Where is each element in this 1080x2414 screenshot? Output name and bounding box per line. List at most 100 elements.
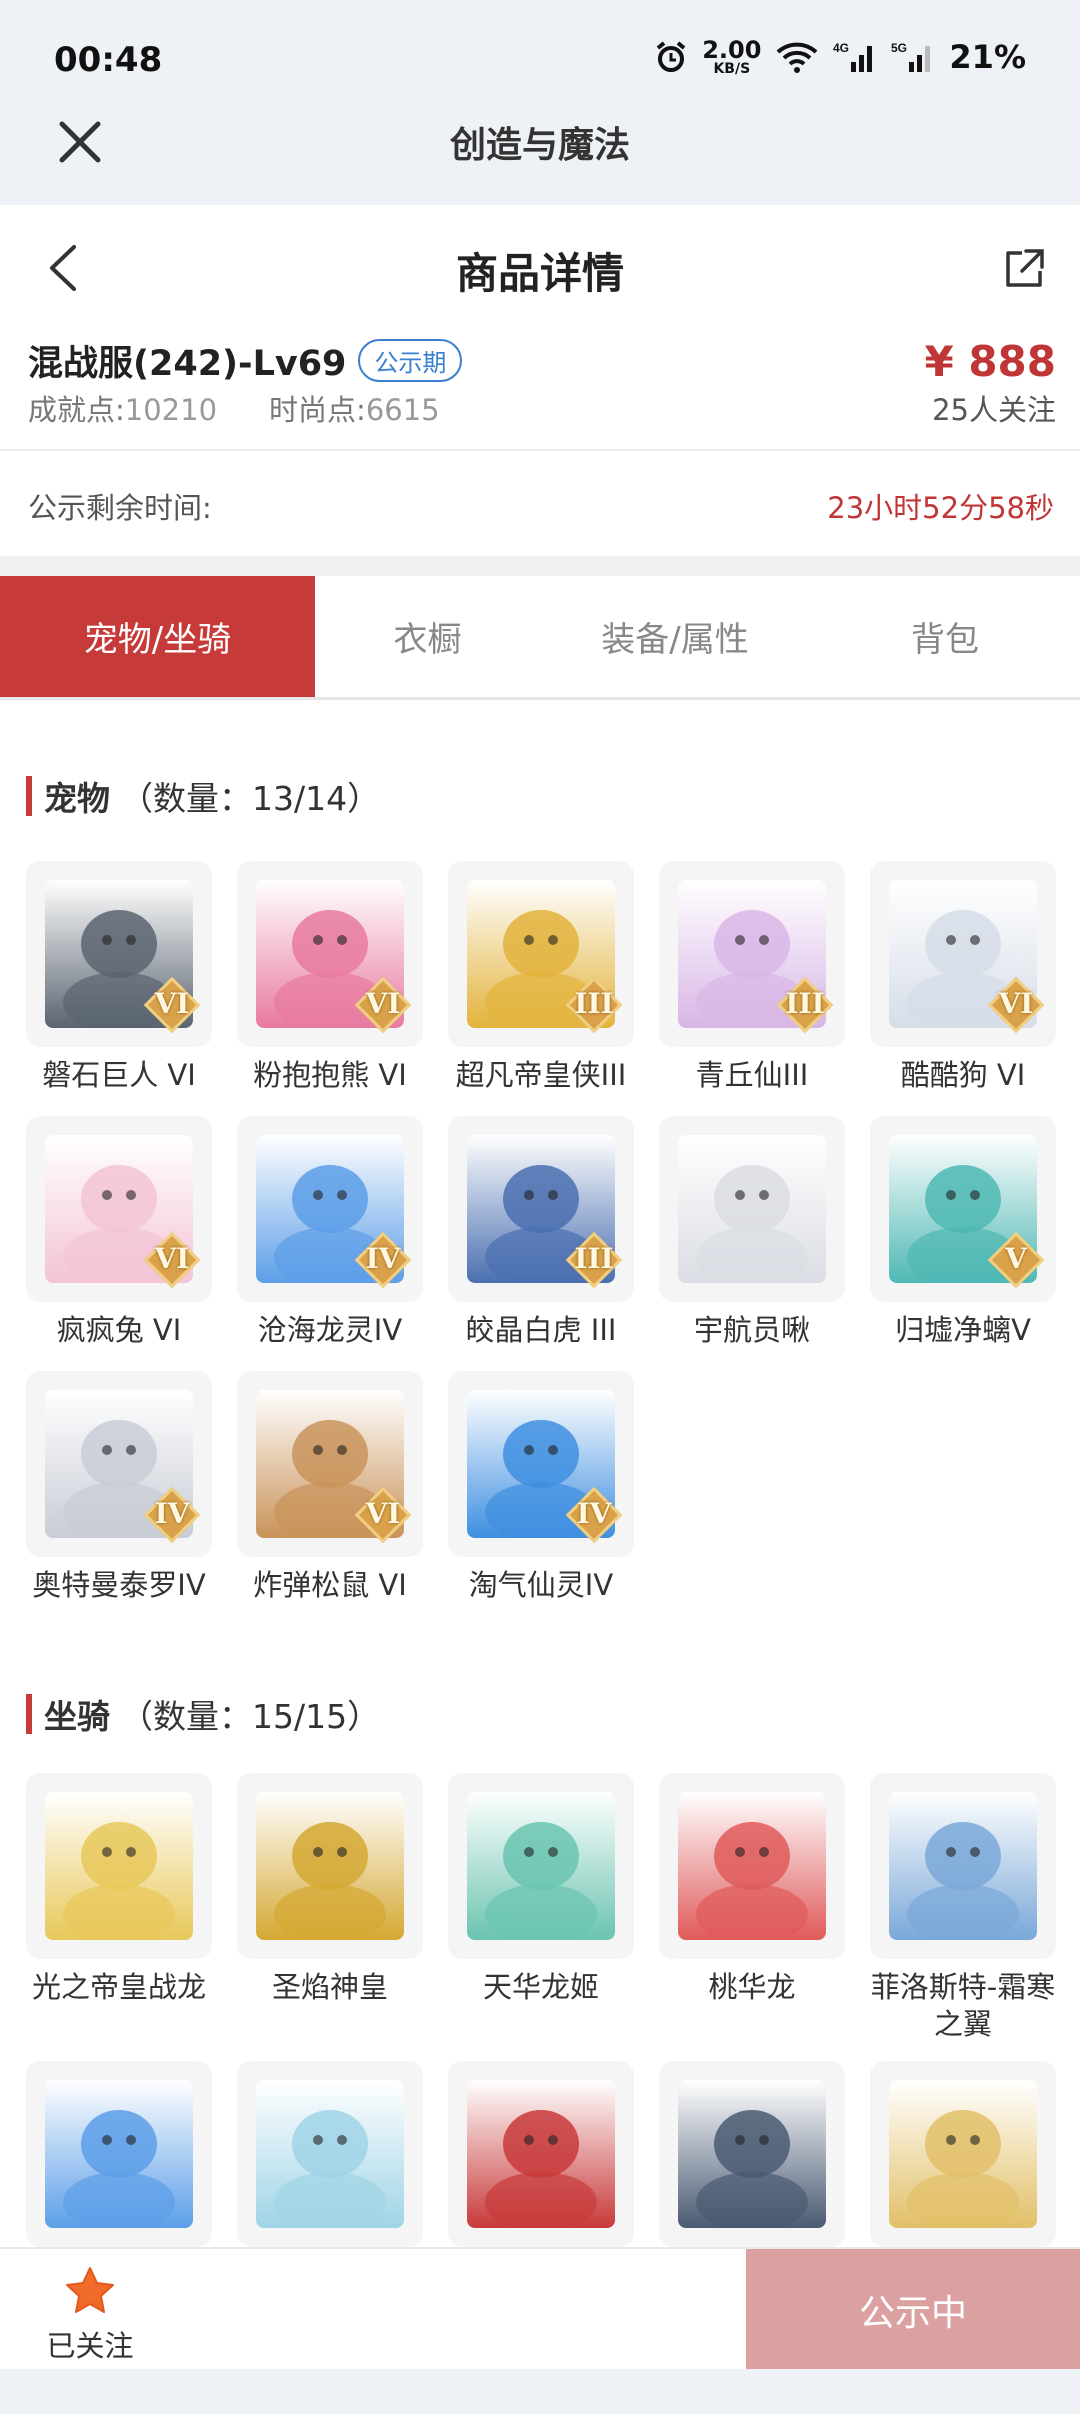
battery-percent: 21% xyxy=(949,38,1026,76)
item-thumbnail xyxy=(889,2080,1037,2228)
item-cell[interactable]: III 皎晶白虎 III xyxy=(448,1116,634,1349)
nav-bar: 商品详情 xyxy=(0,205,1080,330)
item-tile: VI xyxy=(237,861,423,1047)
app-title: 创造与魔法 xyxy=(449,125,630,166)
item-name: 天华龙姬 xyxy=(482,1970,599,2004)
item-cell[interactable] xyxy=(870,2061,1056,2247)
public-status-button[interactable]: 公示中 xyxy=(746,2249,1080,2371)
item-cell[interactable]: VI 酷酷狗 VI xyxy=(870,861,1056,1094)
item-name: 酷酷狗 VI xyxy=(900,1058,1026,1092)
item-name: 疯疯兔 VI xyxy=(56,1313,182,1347)
tier-label: IV xyxy=(365,1242,401,1275)
item-cell[interactable]: VI 疯疯兔 VI xyxy=(26,1116,212,1349)
item-cell[interactable]: IV 奥特曼泰罗IV xyxy=(26,1371,212,1604)
item-cell[interactable]: 圣焰神皇 xyxy=(237,1773,423,2043)
countdown-label: 公示剩余时间: xyxy=(28,491,212,525)
item-tile: IV xyxy=(26,1371,212,1557)
item-tile xyxy=(659,2061,845,2247)
signal-5g-icon: 5G xyxy=(891,41,931,72)
item-name: 圣焰神皇 xyxy=(271,1970,388,2004)
item-cell[interactable]: IV 淘气仙灵IV xyxy=(448,1371,634,1604)
star-icon xyxy=(66,2267,114,2313)
item-cell[interactable]: 天华龙姬 xyxy=(448,1773,634,2043)
item-cell[interactable] xyxy=(237,2061,423,2247)
item-tile xyxy=(237,2061,423,2247)
item-cell[interactable]: 菲洛斯特-霜寒之翼 xyxy=(870,1773,1056,2043)
price: ¥ 888 xyxy=(924,337,1056,386)
item-tile xyxy=(26,1773,212,1959)
tier-label: VI xyxy=(365,1497,401,1530)
tab-wardrobe[interactable]: 衣橱 xyxy=(315,576,540,697)
item-thumbnail xyxy=(678,2080,826,2228)
tier-label: VI xyxy=(998,987,1034,1020)
tab-equipment[interactable]: 装备/属性 xyxy=(540,576,810,697)
item-cell[interactable]: III 青丘仙III xyxy=(659,861,845,1094)
status-icons: 2.00 KB/S 4G 5G 21% xyxy=(654,38,1026,76)
item-name: 淘气仙灵IV xyxy=(468,1568,614,1602)
tier-label: III xyxy=(574,1242,614,1275)
tier-label: IV xyxy=(576,1497,612,1530)
item-cell[interactable]: 光之帝皇战龙 xyxy=(26,1773,212,2043)
status-badge: 公示期 xyxy=(358,339,463,382)
pets-section-title: 宠物 （数量：13/14） xyxy=(26,772,380,820)
item-name: 宇航员啾 xyxy=(693,1313,810,1347)
item-cell[interactable]: 桃华龙 xyxy=(659,1773,845,2043)
tier-label: VI xyxy=(154,1242,190,1275)
tier-label: IV xyxy=(154,1497,190,1530)
server-info: 混战服(242)-Lv69 公示期 xyxy=(28,335,463,386)
product-detail-page: 商品详情 混战服(242)-Lv69 公示期 成就点:10210 时尚点:661… xyxy=(0,205,1080,2247)
item-cell[interactable] xyxy=(659,2061,845,2247)
item-name: 奥特曼泰罗IV xyxy=(32,1568,206,1602)
item-name: 桃华龙 xyxy=(708,1970,796,2004)
gesture-bar xyxy=(0,2369,1080,2414)
item-name: 磐石巨人 VI xyxy=(42,1058,196,1092)
follow-button[interactable]: 已关注 xyxy=(30,2265,150,2365)
clock: 00:48 xyxy=(54,40,163,80)
item-name: 沧海龙灵IV xyxy=(257,1313,403,1347)
item-thumbnail xyxy=(889,1792,1037,1940)
item-cell[interactable]: VI 炸弹松鼠 VI xyxy=(237,1371,423,1604)
item-tile: IV xyxy=(448,1371,634,1557)
tier-badge: VI xyxy=(143,976,201,1034)
section-gap xyxy=(0,556,1080,576)
app-bar: 创造与魔法 xyxy=(0,110,1080,205)
item-thumbnail xyxy=(256,1792,404,1940)
share-icon[interactable] xyxy=(1002,247,1046,291)
item-cell[interactable]: III 超凡帝皇侠III xyxy=(448,861,634,1094)
fashion-points: 时尚点:6615 xyxy=(269,393,440,427)
net-speed: 2.00 KB/S xyxy=(702,36,762,77)
product-info: 混战服(242)-Lv69 公示期 成就点:10210 时尚点:6615 ¥ 8… xyxy=(0,325,1080,455)
tab-pets-mounts[interactable]: 宠物/坐骑 xyxy=(0,576,315,697)
countdown-value: 23小时52分58秒 xyxy=(827,491,1054,525)
bottom-bar: 已关注 公示中 xyxy=(0,2247,1080,2371)
tab-backpack[interactable]: 背包 xyxy=(810,576,1080,697)
item-cell[interactable] xyxy=(26,2061,212,2247)
item-tile: III xyxy=(448,1116,634,1302)
signal-4g-icon: 4G xyxy=(833,41,873,72)
tab-bar: 宠物/坐骑 衣橱 装备/属性 背包 xyxy=(0,576,1080,700)
follow-label: 已关注 xyxy=(46,2329,134,2363)
item-name: 归墟净螭V xyxy=(895,1313,1031,1347)
item-cell[interactable]: VI 磐石巨人 VI xyxy=(26,861,212,1094)
tier-label: V xyxy=(1005,1242,1027,1275)
item-tile xyxy=(448,1773,634,1959)
tier-badge: III xyxy=(565,1231,623,1289)
svg-text:4G: 4G xyxy=(833,41,849,55)
alarm-icon xyxy=(656,41,686,72)
section-marker xyxy=(26,1694,32,1734)
item-cell[interactable]: VI 粉抱抱熊 VI xyxy=(237,861,423,1094)
item-thumbnail xyxy=(256,2080,404,2228)
tier-badge: III xyxy=(776,976,834,1034)
item-tile xyxy=(448,2061,634,2247)
mounts-grid: 光之帝皇战龙 圣焰神皇 天华龙姬 桃华龙 菲洛斯特-霜寒之翼 xyxy=(26,1773,1056,2247)
item-name: 光之帝皇战龙 xyxy=(31,1970,206,2004)
item-tile xyxy=(237,1773,423,1959)
item-tile: VI xyxy=(870,861,1056,1047)
item-cell[interactable]: V 归墟净螭V xyxy=(870,1116,1056,1349)
tier-label: VI xyxy=(365,987,401,1020)
item-cell[interactable]: IV 沧海龙灵IV xyxy=(237,1116,423,1349)
item-cell[interactable]: 宇航员啾 xyxy=(659,1116,845,1349)
item-name: 皎晶白虎 III xyxy=(465,1313,617,1347)
item-cell[interactable] xyxy=(448,2061,634,2247)
tier-badge: VI xyxy=(354,1486,412,1544)
